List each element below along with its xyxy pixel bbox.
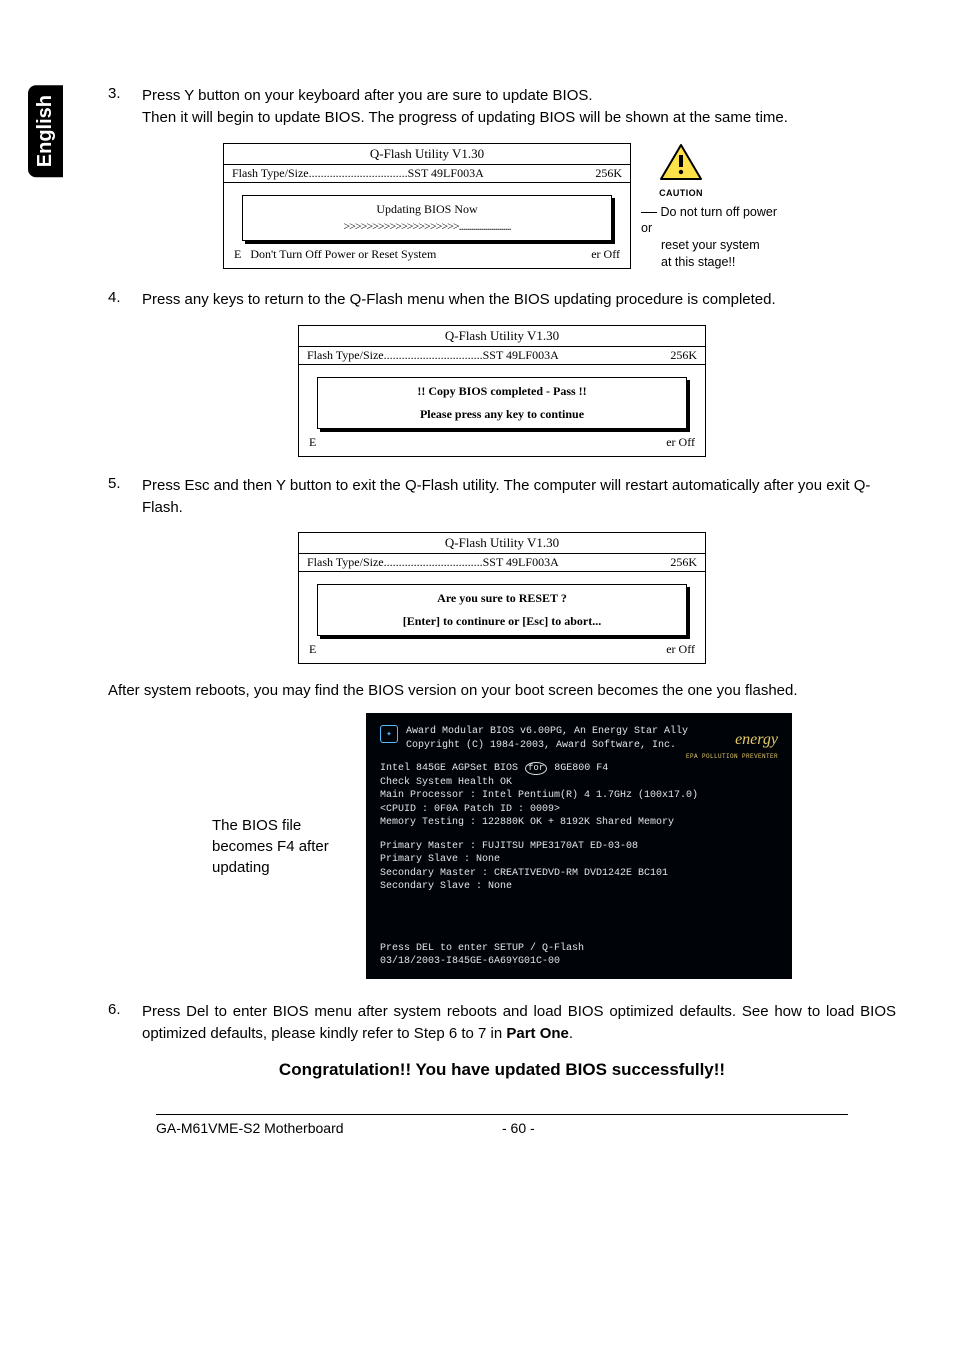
boot-l13: 03/18/2003-I845GE-6A69YG01C-00 bbox=[380, 955, 778, 969]
boot-l8: Primary Master : FUJITSU MPE3170AT ED-03… bbox=[380, 840, 778, 854]
circled-for: for bbox=[525, 762, 547, 775]
boot-l9: Primary Slave : None bbox=[380, 853, 778, 867]
flash-type: Flash Type/Size.........................… bbox=[232, 166, 484, 181]
step-3-line2: Then it will begin to update BIOS. The p… bbox=[142, 109, 788, 126]
row-left: E bbox=[309, 435, 316, 450]
boot-l4: Check System Health OK bbox=[380, 776, 778, 790]
caution-l3: at this stage!! bbox=[641, 254, 781, 271]
boot-row: The BIOS file becomes F4 after updating … bbox=[108, 713, 896, 979]
modal-line2: Please press any key to continue bbox=[324, 407, 680, 422]
step-3: 3. Press Y button on your keyboard after… bbox=[108, 85, 896, 129]
caution-l2: reset your system bbox=[641, 237, 781, 254]
row-right: er Off bbox=[666, 435, 695, 450]
row-right: er Off bbox=[591, 247, 620, 262]
step-number: 4. bbox=[108, 289, 142, 311]
congratulation-text: Congratulation!! You have updated BIOS s… bbox=[108, 1060, 896, 1080]
qflash-title: Q-Flash Utility V1.30 bbox=[299, 533, 705, 554]
flash-type: Flash Type/Size.........................… bbox=[307, 555, 559, 570]
modal-progress: >>>>>>>>>>>>>>>>>>>>....................… bbox=[249, 219, 605, 234]
boot-l3: Intel 845GE AGPSet BIOS for 8GE800 F4 bbox=[380, 762, 778, 776]
page-footer: GA-M61VME-S2 Motherboard - 60 - bbox=[156, 1114, 848, 1136]
modal-line1: !! Copy BIOS completed - Pass !! bbox=[324, 384, 680, 399]
qflash-panel-reset: Q-Flash Utility V1.30 Flash Type/Size...… bbox=[298, 532, 706, 664]
step-5: 5. Press Esc and then Y button to exit t… bbox=[108, 475, 896, 519]
step-3-line1: Press Y button on your keyboard after yo… bbox=[142, 87, 593, 104]
bios-file-note: The BIOS file becomes F4 after updating bbox=[212, 815, 352, 878]
step-6: 6. Press Del to enter BIOS menu after sy… bbox=[108, 1001, 896, 1045]
flash-size: 256K bbox=[595, 166, 622, 181]
boot-l11: Secondary Slave : None bbox=[380, 880, 778, 894]
modal-line2: [Enter] to continure or [Esc] to abort..… bbox=[324, 614, 680, 629]
modal-line1: Updating BIOS Now bbox=[249, 202, 605, 217]
step-body: Press Y button on your keyboard after yo… bbox=[142, 85, 788, 129]
boot-l6: <CPUID : 0F0A Patch ID : 0009> bbox=[380, 803, 778, 817]
qflash-title: Q-Flash Utility V1.30 bbox=[299, 326, 705, 347]
qflash-title: Q-Flash Utility V1.30 bbox=[224, 144, 630, 165]
boot-l12: Press DEL to enter SETUP / Q-Flash bbox=[380, 942, 778, 956]
qflash-modal: !! Copy BIOS completed - Pass !! Please … bbox=[317, 377, 687, 429]
caution-l1: Do not turn off power or bbox=[641, 204, 781, 238]
flash-size: 256K bbox=[670, 555, 697, 570]
row-right: er Off bbox=[666, 642, 695, 657]
step-number: 3. bbox=[108, 85, 142, 129]
energy-logo: energy bbox=[735, 729, 778, 751]
row-left: E Don't Turn Off Power or Reset System bbox=[234, 247, 436, 262]
qflash-panel-completed: Q-Flash Utility V1.30 Flash Type/Size...… bbox=[298, 325, 706, 457]
step-4: 4. Press any keys to return to the Q-Fla… bbox=[108, 289, 896, 311]
qflash-modal: Are you sure to RESET ? [Enter] to conti… bbox=[317, 584, 687, 636]
caution-icon bbox=[659, 143, 703, 186]
step-number: 5. bbox=[108, 475, 142, 519]
flash-type: Flash Type/Size.........................… bbox=[307, 348, 559, 363]
language-tab: English bbox=[28, 85, 63, 177]
boot-l1: Award Modular BIOS v6.00PG, An Energy St… bbox=[406, 725, 688, 739]
energy-sub: EPA POLLUTION PREVENTER bbox=[686, 753, 778, 761]
caution-callout: CAUTION Do not turn off power or reset y… bbox=[641, 143, 781, 272]
boot-l7: Memory Testing : 122880K OK + 8192K Shar… bbox=[380, 816, 778, 830]
footer-left: GA-M61VME-S2 Motherboard bbox=[156, 1120, 502, 1136]
footer-page: - 60 - bbox=[502, 1120, 848, 1136]
part-one: Part One bbox=[506, 1025, 569, 1042]
caution-label: CAUTION bbox=[651, 187, 711, 199]
row-left: E bbox=[309, 642, 316, 657]
step-body: Press Del to enter BIOS menu after syste… bbox=[142, 1001, 896, 1045]
boot-l10: Secondary Master : CREATIVEDVD-RM DVD124… bbox=[380, 867, 778, 881]
qflash-panel-updating: Q-Flash Utility V1.30 Flash Type/Size...… bbox=[223, 143, 631, 269]
step-body: Press Esc and then Y button to exit the … bbox=[142, 475, 896, 519]
boot-screen: energy EPA POLLUTION PREVENTER ✦ Award M… bbox=[366, 713, 792, 979]
boot-l5: Main Processor : Intel Pentium(R) 4 1.7G… bbox=[380, 789, 778, 803]
flash-size: 256K bbox=[670, 348, 697, 363]
step-body: Press any keys to return to the Q-Flash … bbox=[142, 289, 776, 311]
modal-line1: Are you sure to RESET ? bbox=[324, 591, 680, 606]
after-reboot-text: After system reboots, you may find the B… bbox=[108, 682, 896, 699]
qflash-modal: Updating BIOS Now >>>>>>>>>>>>>>>>>>>>..… bbox=[242, 195, 612, 241]
boot-l2: Copyright (C) 1984-2003, Award Software,… bbox=[406, 739, 688, 753]
step-number: 6. bbox=[108, 1001, 142, 1045]
award-logo-icon: ✦ bbox=[380, 725, 398, 743]
page-content: 3. Press Y button on your keyboard after… bbox=[108, 85, 896, 1080]
